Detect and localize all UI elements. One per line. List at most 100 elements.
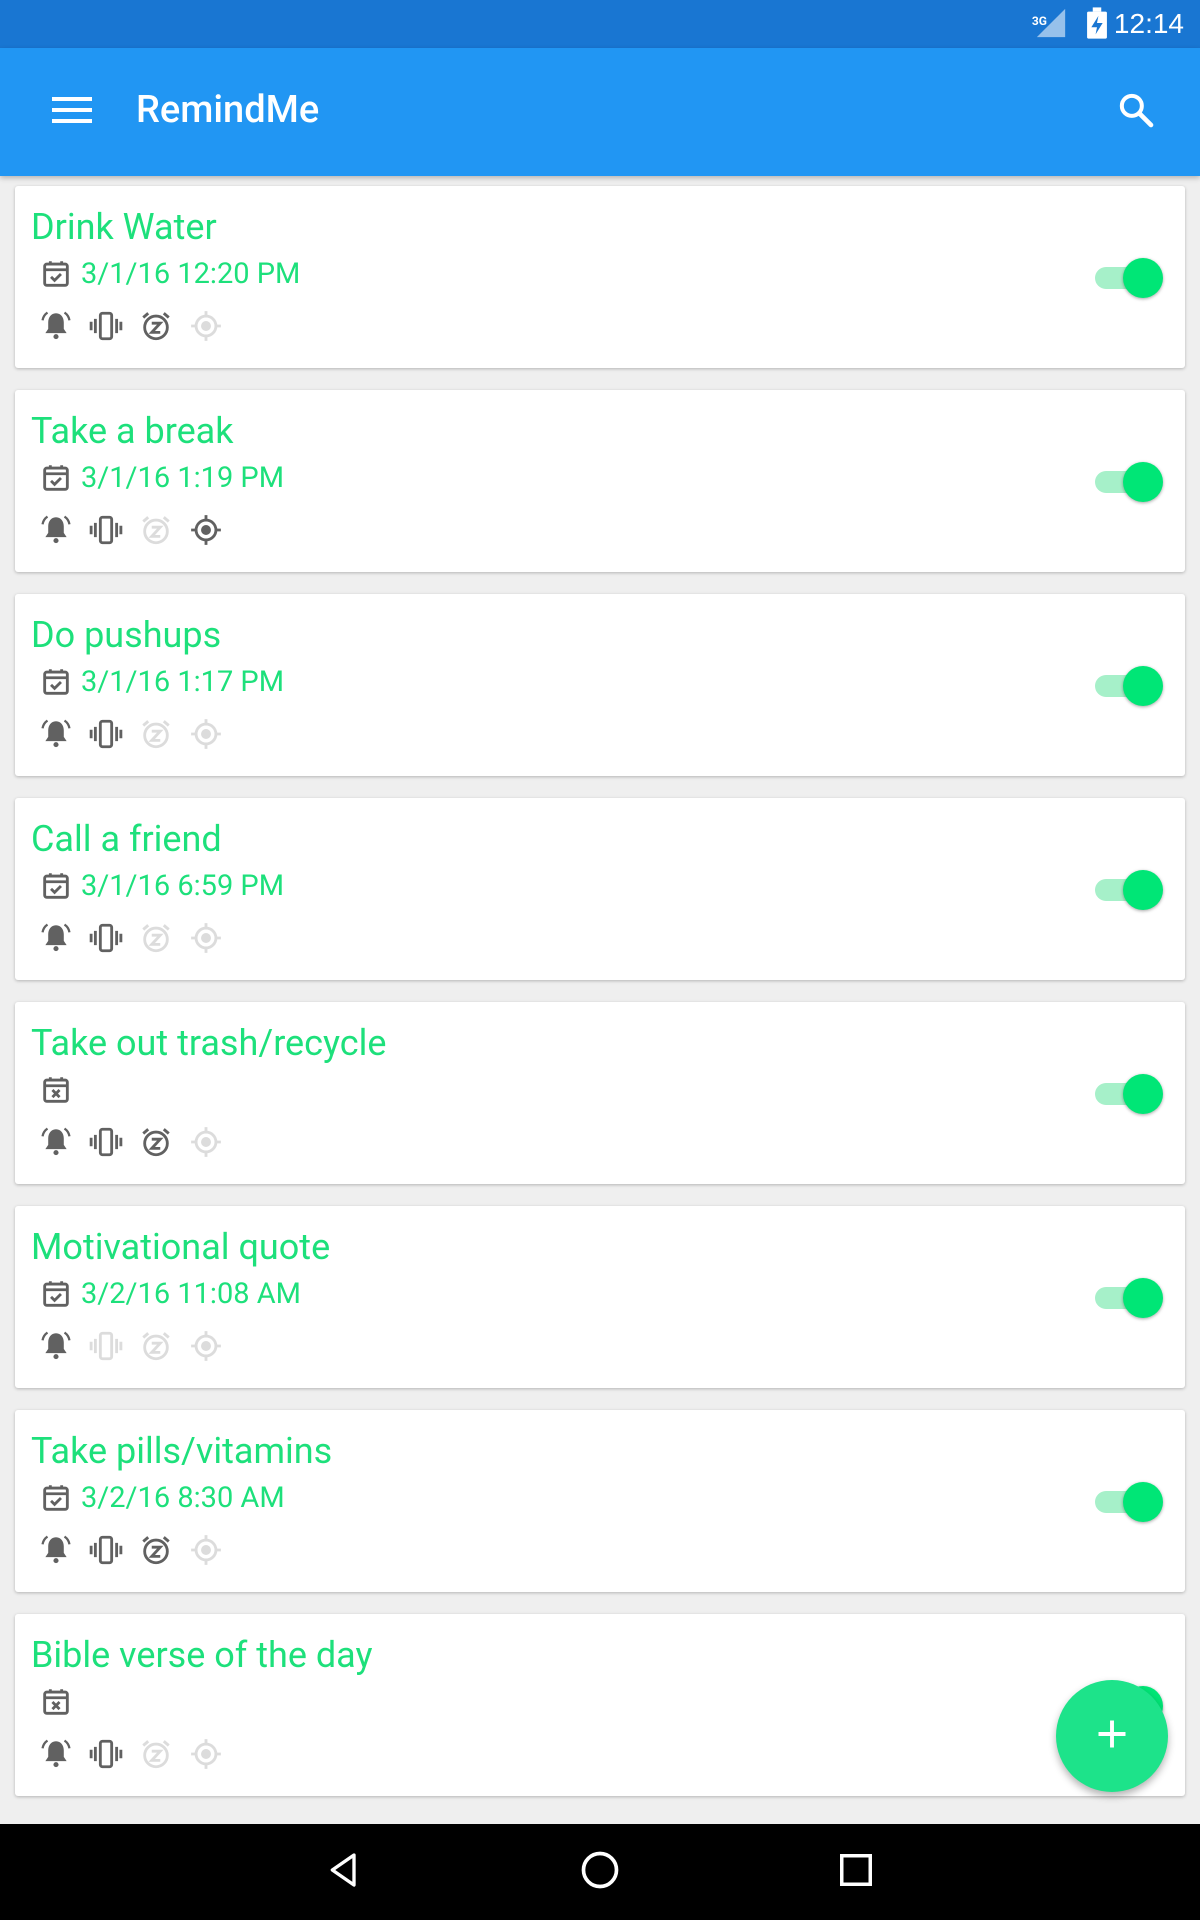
reminder-date-row: 3/1/16 1:17 PM xyxy=(39,664,284,700)
status-icons: 3G 12:14 xyxy=(1031,0,1184,48)
switch-thumb xyxy=(1123,462,1163,502)
snooze-icon xyxy=(139,513,173,547)
back-button[interactable] xyxy=(314,1842,374,1902)
switch-thumb xyxy=(1123,1482,1163,1522)
reminder-date: 3/1/16 6:59 PM xyxy=(81,869,285,903)
location-icon xyxy=(189,513,223,547)
location-icon xyxy=(189,1329,223,1363)
snooze-icon xyxy=(139,1737,173,1771)
reminder-title: Bible verse of the day xyxy=(31,1634,373,1676)
reminder-date: 3/1/16 1:17 PM xyxy=(81,665,285,699)
location-icon xyxy=(189,1125,223,1159)
switch-thumb xyxy=(1123,870,1163,910)
add-reminder-button[interactable] xyxy=(1056,1680,1168,1792)
reminder-enabled-switch[interactable] xyxy=(1091,1276,1163,1320)
calendar-x-icon xyxy=(39,1685,73,1719)
app-title: RemindMe xyxy=(136,88,320,132)
reminder-date-row: 3/1/16 12:20 PM xyxy=(39,256,300,292)
reminder-date-row xyxy=(39,1072,73,1108)
calendar-check-icon xyxy=(39,869,73,903)
reminder-options-row xyxy=(39,308,223,344)
status-time: 12:14 xyxy=(1113,8,1184,39)
reminder-date: 3/2/16 11:08 AM xyxy=(81,1277,301,1311)
location-icon xyxy=(189,717,223,751)
reminder-enabled-switch[interactable] xyxy=(1091,1480,1163,1524)
home-button[interactable] xyxy=(570,1842,630,1902)
reminder-card[interactable]: Call a friend 3/1/16 6:59 PM xyxy=(15,798,1185,980)
alarm-bell-icon xyxy=(39,1737,73,1771)
reminder-date-row: 3/1/16 6:59 PM xyxy=(39,868,284,904)
reminder-card[interactable]: Drink Water 3/1/16 12:20 PM xyxy=(15,186,1185,368)
reminder-options-row xyxy=(39,920,223,956)
reminder-card[interactable]: Bible verse of the day xyxy=(15,1614,1185,1796)
recents-icon xyxy=(837,1851,875,1893)
reminder-title: Call a friend xyxy=(31,818,222,860)
calendar-check-icon xyxy=(39,461,73,495)
vibrate-icon xyxy=(89,1737,123,1771)
signal-icon: 3G xyxy=(1031,6,1070,42)
vibrate-icon xyxy=(89,1329,123,1363)
reminder-card[interactable]: Take pills/vitamins 3/2/16 8:30 AM xyxy=(15,1410,1185,1592)
reminder-enabled-switch[interactable] xyxy=(1091,460,1163,504)
alarm-bell-icon xyxy=(39,717,73,751)
plus-icon xyxy=(1094,1716,1130,1756)
search-button[interactable] xyxy=(1100,84,1172,140)
navigation-bar xyxy=(0,1824,1200,1920)
calendar-check-icon xyxy=(39,665,73,699)
reminder-date-row: 3/1/16 1:19 PM xyxy=(39,460,284,496)
snooze-icon xyxy=(139,921,173,955)
vibrate-icon xyxy=(89,1125,123,1159)
status-bar: 3G 12:14 xyxy=(0,0,1200,48)
battery-charging-icon xyxy=(1080,6,1107,42)
reminder-date: 3/1/16 12:20 PM xyxy=(81,257,301,291)
reminder-title: Do pushups xyxy=(31,614,222,656)
calendar-check-icon xyxy=(39,1277,73,1311)
alarm-bell-icon xyxy=(39,1533,73,1567)
reminder-card[interactable]: Take out trash/recycle xyxy=(15,1002,1185,1184)
reminder-title: Drink Water xyxy=(31,206,217,248)
calendar-x-icon xyxy=(39,1073,73,1107)
snooze-icon xyxy=(139,309,173,343)
menu-icon xyxy=(52,95,92,129)
vibrate-icon xyxy=(89,717,123,751)
reminder-title: Take pills/vitamins xyxy=(31,1430,333,1472)
switch-thumb xyxy=(1123,666,1163,706)
alarm-bell-icon xyxy=(39,309,73,343)
back-icon xyxy=(324,1850,364,1894)
snooze-icon xyxy=(139,717,173,751)
location-icon xyxy=(189,309,223,343)
vibrate-icon xyxy=(89,921,123,955)
location-icon xyxy=(189,1533,223,1567)
menu-button[interactable] xyxy=(36,84,108,140)
reminder-date-row xyxy=(39,1684,73,1720)
calendar-check-icon xyxy=(39,1481,73,1515)
reminder-date-row: 3/2/16 8:30 AM xyxy=(39,1480,285,1516)
reminder-enabled-switch[interactable] xyxy=(1091,1072,1163,1116)
reminder-card[interactable]: Motivational quote 3/2/16 11:08 AM xyxy=(15,1206,1185,1388)
home-icon xyxy=(578,1848,622,1896)
reminder-title: Take out trash/recycle xyxy=(31,1022,387,1064)
switch-thumb xyxy=(1123,258,1163,298)
reminder-title: Take a break xyxy=(31,410,234,452)
reminder-date: 3/2/16 8:30 AM xyxy=(81,1481,285,1515)
reminder-card[interactable]: Take a break 3/1/16 1:19 PM xyxy=(15,390,1185,572)
reminder-date: 3/1/16 1:19 PM xyxy=(81,461,285,495)
reminder-options-row xyxy=(39,1736,223,1772)
snooze-icon xyxy=(139,1329,173,1363)
reminder-options-row xyxy=(39,1328,223,1364)
vibrate-icon xyxy=(89,1533,123,1567)
reminder-title: Motivational quote xyxy=(31,1226,331,1268)
reminder-options-row xyxy=(39,1532,223,1568)
reminder-card[interactable]: Do pushups 3/1/16 1:17 PM xyxy=(15,594,1185,776)
reminder-enabled-switch[interactable] xyxy=(1091,868,1163,912)
reminder-options-row xyxy=(39,1124,223,1160)
reminder-options-row xyxy=(39,716,223,752)
vibrate-icon xyxy=(89,309,123,343)
network-type: 3G xyxy=(1031,14,1047,28)
alarm-bell-icon xyxy=(39,513,73,547)
reminder-enabled-switch[interactable] xyxy=(1091,664,1163,708)
reminder-enabled-switch[interactable] xyxy=(1091,256,1163,300)
recents-button[interactable] xyxy=(826,1842,886,1902)
reminder-date-row: 3/2/16 11:08 AM xyxy=(39,1276,301,1312)
calendar-check-icon xyxy=(39,257,73,291)
